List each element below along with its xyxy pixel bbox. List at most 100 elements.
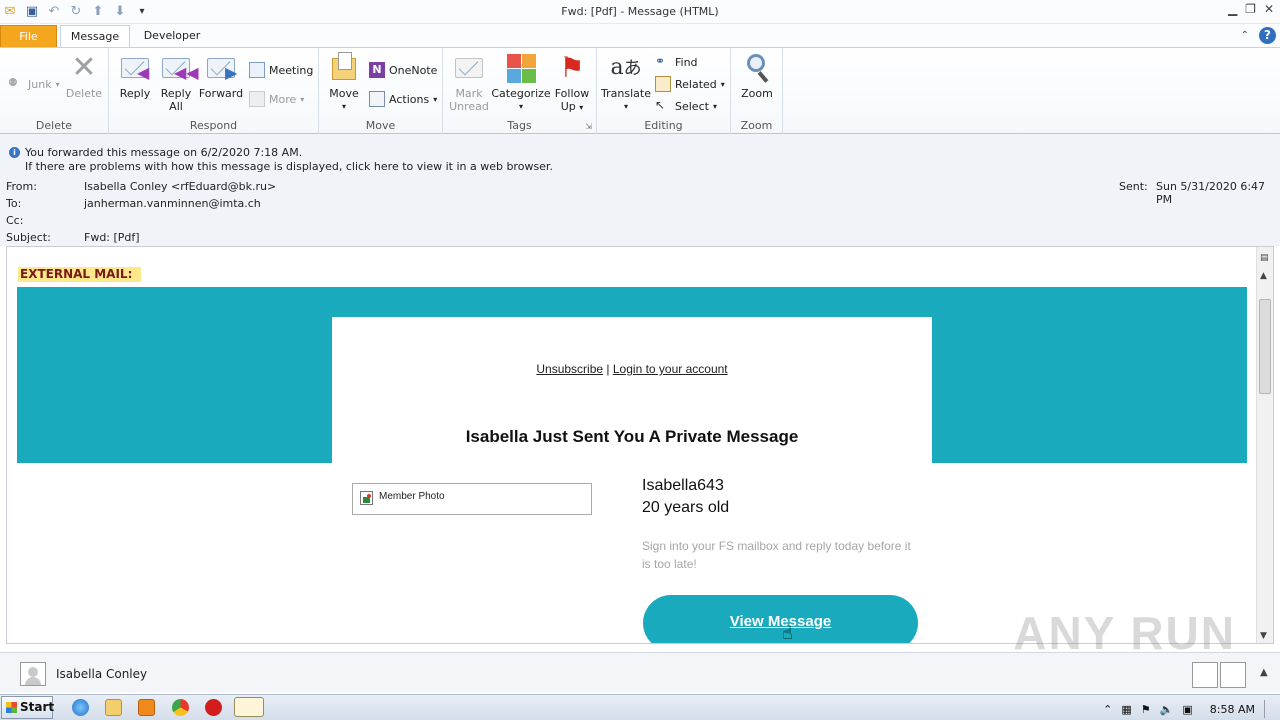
group-label-editing: Editing — [644, 119, 683, 132]
sent-label: Sent: — [1119, 180, 1148, 193]
internet-explorer-icon[interactable] — [72, 699, 89, 716]
reply-all-button[interactable]: ◀◀ Reply All — [158, 52, 199, 113]
to-value[interactable]: janherman.vanminnen@imta.ch — [84, 197, 261, 210]
delete-x-icon: ✕ — [71, 50, 97, 85]
actions-button[interactable]: Actions ▾ — [369, 91, 437, 107]
message-headers: From: Isabella Conley <rfEduard@bk.ru> T… — [0, 178, 1280, 246]
people-pane-name[interactable]: Isabella Conley — [56, 667, 147, 681]
group-respond: ◀ Reply ◀◀ Reply All ▶ Forward Meeting M… — [109, 48, 319, 134]
move-folder-icon — [328, 52, 360, 84]
info-icon: i — [9, 147, 20, 158]
title-bar: ✉ ▣ ↶ ↻ ⬆ ⬇ ▾ Fwd: [Pdf] - Message (HTML… — [0, 0, 1280, 24]
tabs-right-controls: ⌃ ? — [1241, 27, 1276, 44]
close-icon[interactable]: ✕ — [1264, 2, 1274, 16]
tray-expand-icon[interactable]: ⌃ — [1103, 703, 1112, 716]
taskbar: Start ⌃ ▦ ⚑ 🔈 ▣ 8:58 AM — [0, 694, 1280, 720]
ribbon: ⚉ Junk ▾ ✕ Delete Delete ◀ Reply ◀◀ Reply… — [0, 47, 1280, 134]
show-desktop-button[interactable] — [1264, 700, 1274, 718]
reply-hint: Sign into your FS mailbox and reply toda… — [642, 539, 911, 571]
people-pane-avatar-1[interactable] — [1192, 662, 1218, 688]
people-pane-avatar-2[interactable] — [1220, 662, 1246, 688]
link-separator: | — [606, 362, 610, 376]
group-label-move: Move — [365, 119, 396, 132]
info-bar: You forwarded this message on 6/2/2020 7… — [0, 134, 1280, 178]
tab-file[interactable]: File — [0, 25, 57, 48]
member-username: Isabella643 — [642, 477, 724, 494]
group-tags: Mark Unread Categorize ▾ ⚑ Follow Up ▾ T… — [443, 48, 597, 134]
external-mail-tag: EXTERNAL MAIL: — [18, 267, 142, 282]
broken-image-icon — [360, 491, 373, 505]
login-link[interactable]: Login to your account — [613, 362, 728, 376]
categorize-button[interactable]: Categorize ▾ — [491, 52, 551, 113]
tab-developer[interactable]: Developer — [136, 25, 208, 48]
people-pane: Isabella Conley ▲ — [0, 652, 1280, 692]
network-icon[interactable]: ▦ — [1121, 703, 1131, 716]
onenote-button[interactable]: N OneNote — [369, 62, 437, 78]
minimize-icon[interactable]: ▁ — [1228, 2, 1237, 16]
unsubscribe-link[interactable]: Unsubscribe — [536, 362, 603, 376]
follow-up-button[interactable]: ⚑ Follow Up ▾ — [552, 52, 592, 114]
related-button[interactable]: Related ▾ — [655, 76, 725, 92]
translate-button[interactable]: aあ Translate ▾ — [601, 52, 651, 113]
view-message-button[interactable]: View Message — [643, 595, 918, 643]
action-center-icon[interactable]: ⚑ — [1141, 703, 1151, 716]
chrome-icon[interactable] — [172, 699, 189, 716]
reply-all-icon: ◀◀ — [160, 52, 199, 84]
onenote-icon: N — [369, 62, 385, 78]
move-button[interactable]: Move ▾ — [327, 52, 361, 113]
minimize-ribbon-icon[interactable]: ⌃ — [1241, 30, 1249, 41]
mark-unread-icon — [453, 52, 485, 84]
zoom-button[interactable]: Zoom — [739, 52, 775, 100]
junk-button[interactable]: ⚉ Junk ▾ — [8, 76, 60, 92]
network-status-icon[interactable]: ▣ — [1182, 703, 1192, 716]
from-label: From: — [6, 180, 37, 193]
system-tray: ⌃ ▦ ⚑ 🔈 ▣ 8:58 AM — [1103, 700, 1274, 718]
explorer-folder-icon[interactable] — [105, 699, 122, 716]
message-body: EXTERNAL MAIL: Unsubscribe | Login to yo… — [6, 246, 1274, 644]
more-button[interactable]: More ▾ — [249, 91, 304, 107]
reply-icon: ◀ — [119, 52, 151, 84]
outlook-taskbar-button[interactable] — [234, 697, 264, 717]
group-label-delete: Delete — [35, 119, 73, 132]
scroll-down-icon[interactable]: ▼ — [1260, 631, 1267, 641]
volume-icon[interactable]: 🔈 — [1160, 703, 1174, 716]
scroll-up-icon[interactable]: ▲ — [1260, 271, 1267, 281]
mark-unread-button[interactable]: Mark Unread — [449, 52, 489, 113]
tags-dialog-launcher-icon[interactable]: ⇲ — [585, 122, 592, 131]
display-problem-link[interactable]: If there are problems with how this mess… — [25, 160, 553, 173]
subject-value: Fwd: [Pdf] — [84, 231, 140, 244]
sender-avatar[interactable] — [20, 662, 46, 686]
help-icon[interactable]: ? — [1259, 27, 1276, 44]
vertical-scrollbar[interactable]: ▤ ▲ ▼ — [1256, 247, 1273, 643]
select-cursor-icon: ↖ — [655, 98, 666, 112]
to-label: To: — [6, 197, 22, 210]
scroll-thumb[interactable] — [1259, 299, 1271, 394]
select-button[interactable]: ↖ Select ▾ — [655, 98, 717, 114]
group-label-zoom: Zoom — [740, 119, 773, 132]
restore-icon[interactable]: ❐ — [1245, 2, 1256, 16]
reply-button[interactable]: ◀ Reply — [117, 52, 153, 100]
clock[interactable]: 8:58 AM — [1210, 703, 1255, 716]
actions-icon — [369, 91, 385, 107]
follow-up-flag-icon: ⚑ — [559, 51, 585, 84]
start-button[interactable]: Start — [1, 696, 54, 719]
meeting-button[interactable]: Meeting — [249, 62, 313, 78]
opera-icon[interactable] — [205, 699, 222, 716]
media-player-icon[interactable] — [138, 699, 155, 716]
forward-button[interactable]: ▶ Forward — [198, 52, 244, 100]
meeting-calendar-icon — [249, 62, 265, 78]
group-label-respond: Respond — [189, 119, 238, 132]
hand-cursor-icon: ☝ — [782, 623, 793, 644]
related-icon — [655, 76, 671, 92]
from-value[interactable]: Isabella Conley <rfEduard@bk.ru> — [84, 180, 276, 193]
people-pane-expand-icon[interactable]: ▲ — [1260, 667, 1268, 678]
scroll-settings-icon[interactable]: ▤ — [1260, 253, 1269, 263]
email-card: Unsubscribe | Login to your account Isab… — [332, 317, 932, 644]
member-photo-placeholder[interactable]: Member Photo — [352, 483, 592, 515]
tab-message[interactable]: Message — [60, 25, 130, 48]
delete-button[interactable]: ✕ Delete — [66, 50, 102, 101]
forward-icon: ▶ — [205, 52, 237, 84]
find-button[interactable]: ⚭ Find — [655, 54, 698, 70]
sent-value: Sun 5/31/2020 6:47 PM — [1156, 180, 1266, 206]
binoculars-icon: ⚭ — [655, 54, 666, 68]
